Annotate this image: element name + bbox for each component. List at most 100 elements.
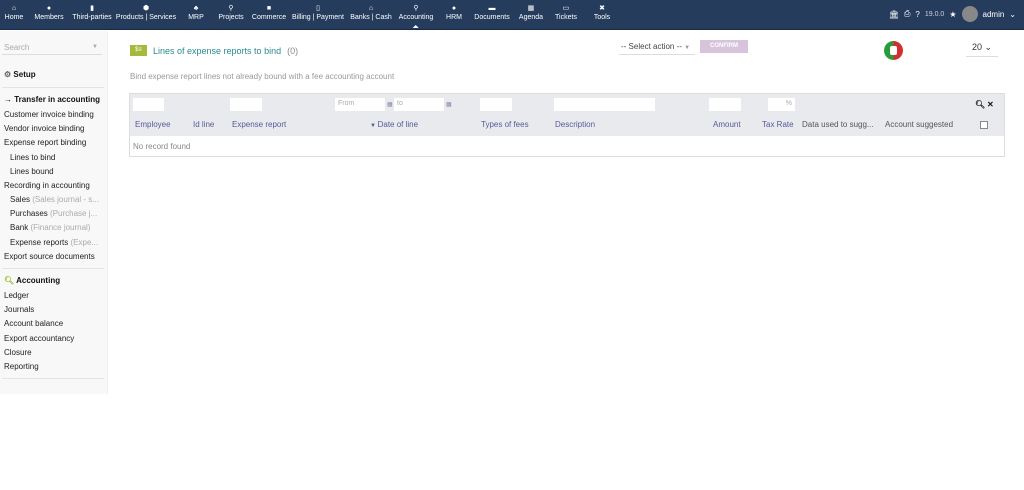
nav-accounting[interactable]: ⚲ Accounting [398, 4, 434, 28]
sidebar-item[interactable]: Customer invoice binding [4, 110, 94, 119]
sidebar-setup[interactable]: ⚙ Setup [4, 70, 36, 79]
col-types-of-fees[interactable]: Types of fees [481, 120, 529, 129]
expense-report-icon: $≡ [130, 45, 147, 56]
nav-documents[interactable]: ▬ Documents [474, 4, 509, 21]
filter-tax-rate[interactable]: % [768, 98, 795, 111]
avatar[interactable] [961, 6, 978, 22]
select-all-checkbox[interactable] [980, 121, 988, 129]
col-expense-report[interactable]: Expense report [232, 120, 286, 129]
sidebar-item[interactable]: Journals [4, 305, 34, 314]
nav-tickets[interactable]: ▭ Tickets [555, 4, 577, 21]
calendar-icon: ▦ [527, 5, 535, 12]
col-description[interactable]: Description [555, 120, 595, 129]
nav-banks-cash[interactable]: ⌂ Banks | Cash [350, 4, 392, 21]
nav-tools[interactable]: ✖ Tools [594, 4, 610, 21]
search-icon: 🔍︎ [4, 276, 17, 285]
select-action-dropdown[interactable]: -- Select action -- ▼ [619, 41, 695, 55]
bookmark-star-icon[interactable]: ★ [949, 10, 956, 19]
col-employee[interactable]: Employee [135, 120, 171, 129]
search-input[interactable]: Search ▼ [2, 41, 102, 55]
nav-label: Products | Services [115, 14, 177, 21]
sort-desc-icon: ▼ [370, 123, 378, 129]
nav-agenda[interactable]: ▦ Agenda [519, 4, 543, 21]
sidebar-journal[interactable]: Expense reports (Expe... [10, 238, 98, 247]
sidebar-item[interactable]: Export accountancy [4, 334, 74, 343]
nav-third-parties[interactable]: ▮ Third-parties [72, 4, 111, 21]
nav-products-services[interactable]: ⬢ Products | Services [116, 4, 176, 21]
briefcase-icon: ■ [266, 5, 272, 12]
col-amount[interactable]: Amount [713, 120, 741, 129]
sidebar-journal[interactable]: Purchases (Purchase j... [10, 209, 97, 218]
user-icon: ● [46, 5, 52, 12]
tools-icon: ✖ [599, 5, 605, 12]
nav-label: Home [4, 14, 24, 21]
nav-label: Billing | Payment [291, 14, 345, 21]
sidebar-accounting[interactable]: 🔍︎ Accounting [4, 276, 60, 285]
search-icon[interactable]: 🔍︎ [975, 100, 985, 109]
sidebar-item[interactable]: Closure [4, 348, 32, 357]
filter-types-of-fees[interactable] [480, 98, 512, 111]
sidebar-item-lines-bound[interactable]: Lines bound [10, 167, 54, 176]
nav-home[interactable]: ⌂ Home [5, 4, 24, 21]
filter-employee[interactable] [133, 98, 164, 111]
nav-mrp[interactable]: ♣ MRP [188, 4, 204, 21]
nav-label: Banks | Cash [350, 14, 392, 21]
filter-date-from[interactable]: From [335, 98, 385, 111]
nav-commerce[interactable]: ■ Commerce [252, 4, 286, 21]
nav-label: HRM [446, 14, 462, 21]
confirm-button[interactable]: CONFIRM [700, 40, 748, 53]
gears-icon: ⚙ [4, 70, 14, 79]
sidebar-item[interactable]: Account balance [4, 319, 63, 328]
nav-members[interactable]: ● Members [34, 4, 63, 21]
nav-label: Accounting [398, 14, 434, 21]
nav-billing-payment[interactable]: ▯ Billing | Payment [292, 4, 344, 21]
nav-projects[interactable]: ⚲ Projects [218, 4, 243, 21]
empty-message: No record found [133, 142, 191, 151]
calendar-icon[interactable]: ▦ [446, 101, 452, 108]
col-id-line[interactable]: Id line [193, 120, 214, 129]
sidebar-item[interactable]: Vendor invoice binding [4, 124, 85, 133]
sidebar-item[interactable]: Export source documents [4, 252, 95, 261]
search-dollar-icon: ⚲ [413, 5, 419, 12]
page-size-select[interactable]: 20 ⌄ [966, 42, 998, 57]
sidebar-item[interactable]: Reporting [4, 362, 39, 371]
page-description: Bind expense report lines not already bo… [130, 72, 395, 81]
col-date-of-line[interactable]: ▼ Date of line [370, 120, 418, 129]
nav-hrm[interactable]: ● HRM [446, 4, 462, 21]
nav-label: Third-parties [72, 14, 112, 21]
sidebar-transfer[interactable]: → Transfer in accounting [4, 95, 100, 104]
version-label: 19.0.0 [924, 10, 945, 18]
clear-filter-icon[interactable]: ✕ [987, 100, 994, 109]
bank-icon[interactable]: 🏛 [889, 10, 899, 19]
user-menu[interactable]: admin [983, 10, 1005, 19]
chevron-down-icon: ⌄ [1009, 9, 1016, 19]
sidebar-item[interactable]: Ledger [4, 291, 29, 300]
sidebar-item[interactable]: Expense report binding [4, 138, 86, 147]
sidebar-journal[interactable]: Sales (Sales journal - s... [10, 195, 99, 204]
nav-label: Agenda [518, 14, 544, 21]
nav-label: Projects [218, 14, 244, 21]
sitemap-icon: ⚲ [228, 5, 234, 12]
arrow-right-icon: → [4, 95, 15, 104]
building-icon: ▮ [90, 5, 94, 12]
nav-label: Tickets [555, 14, 577, 21]
lines-table: From ▦ to ▦ % 🔍︎ ✕ Employee Id line Expe… [129, 93, 1005, 157]
filter-description[interactable] [554, 98, 655, 111]
sidebar-journal[interactable]: Bank (Finance journal) [10, 223, 91, 232]
calendar-icon[interactable]: ▦ [387, 101, 393, 108]
nav-label: Tools [593, 14, 611, 21]
nav-label: Members [34, 14, 64, 21]
cube-icon: ⬢ [142, 5, 150, 12]
ticket-icon: ▭ [562, 5, 570, 12]
filter-amount[interactable] [709, 98, 741, 111]
help-icon[interactable]: ? [915, 10, 919, 19]
filter-expense-report[interactable] [230, 98, 262, 111]
col-account-suggested: Account suggested [885, 120, 954, 129]
col-tax-rate[interactable]: Tax Rate [762, 120, 794, 129]
nav-label: Documents [474, 14, 510, 21]
sidebar-item[interactable]: Recording in accounting [4, 181, 90, 190]
sidebar-item-lines-to-bind[interactable]: Lines to bind [10, 153, 55, 162]
sidebar: Search ▼ ⚙ Setup → Transfer in accounting… [0, 31, 108, 394]
filter-date-to[interactable]: to [394, 98, 444, 111]
print-icon[interactable]: ⎙ [904, 9, 910, 19]
